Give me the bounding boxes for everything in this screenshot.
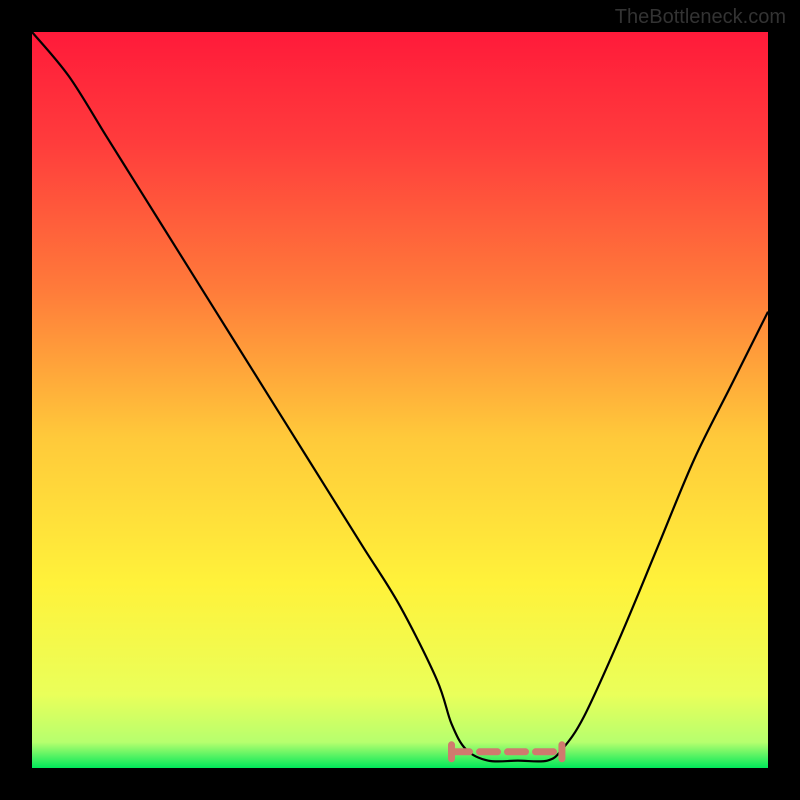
chart-container: TheBottleneck.com (0, 0, 800, 800)
bottleneck-chart (32, 32, 768, 768)
watermark-text: TheBottleneck.com (615, 6, 786, 29)
